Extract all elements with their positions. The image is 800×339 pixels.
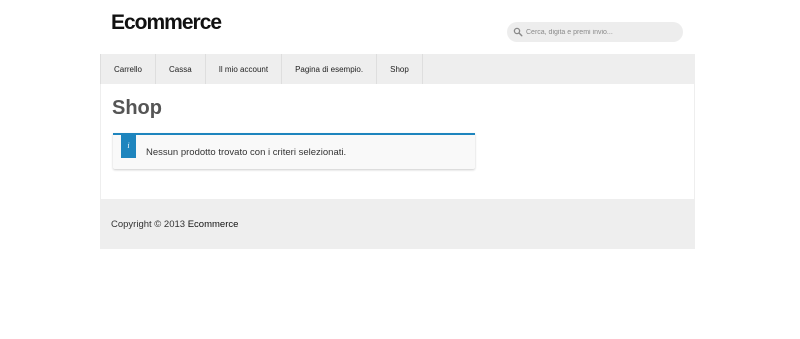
footer-brand-link[interactable]: Ecommerce [188, 219, 239, 230]
main-navigation: Carrello Cassa Il mio account Pagina di … [100, 54, 695, 84]
site-title-link[interactable]: Ecommerce [111, 11, 222, 35]
search-input[interactable] [526, 28, 676, 36]
page-title: Shop [112, 97, 162, 119]
nav-item-pagina-di-esempio[interactable]: Pagina di esempio. [282, 54, 378, 84]
search-box[interactable] [507, 22, 683, 42]
search-icon [513, 27, 523, 37]
notice-message: Nessun prodotto trovato con i criteri se… [146, 147, 347, 158]
nav-item-cassa[interactable]: Cassa [156, 54, 206, 84]
main-content: Shop i Nessun prodotto trovato con i cri… [100, 84, 695, 199]
nav-item-shop[interactable]: Shop [377, 54, 423, 84]
copyright-text: Copyright © 2013 Ecommerce [111, 219, 238, 230]
site-footer: Copyright © 2013 Ecommerce [100, 199, 695, 249]
nav-item-carrello[interactable]: Carrello [100, 54, 157, 84]
info-icon: i [121, 133, 136, 158]
copyright-prefix: Copyright © 2013 [111, 219, 186, 230]
info-notice: i Nessun prodotto trovato con i criteri … [113, 133, 475, 169]
nav-item-il-mio-account[interactable]: Il mio account [206, 54, 283, 84]
